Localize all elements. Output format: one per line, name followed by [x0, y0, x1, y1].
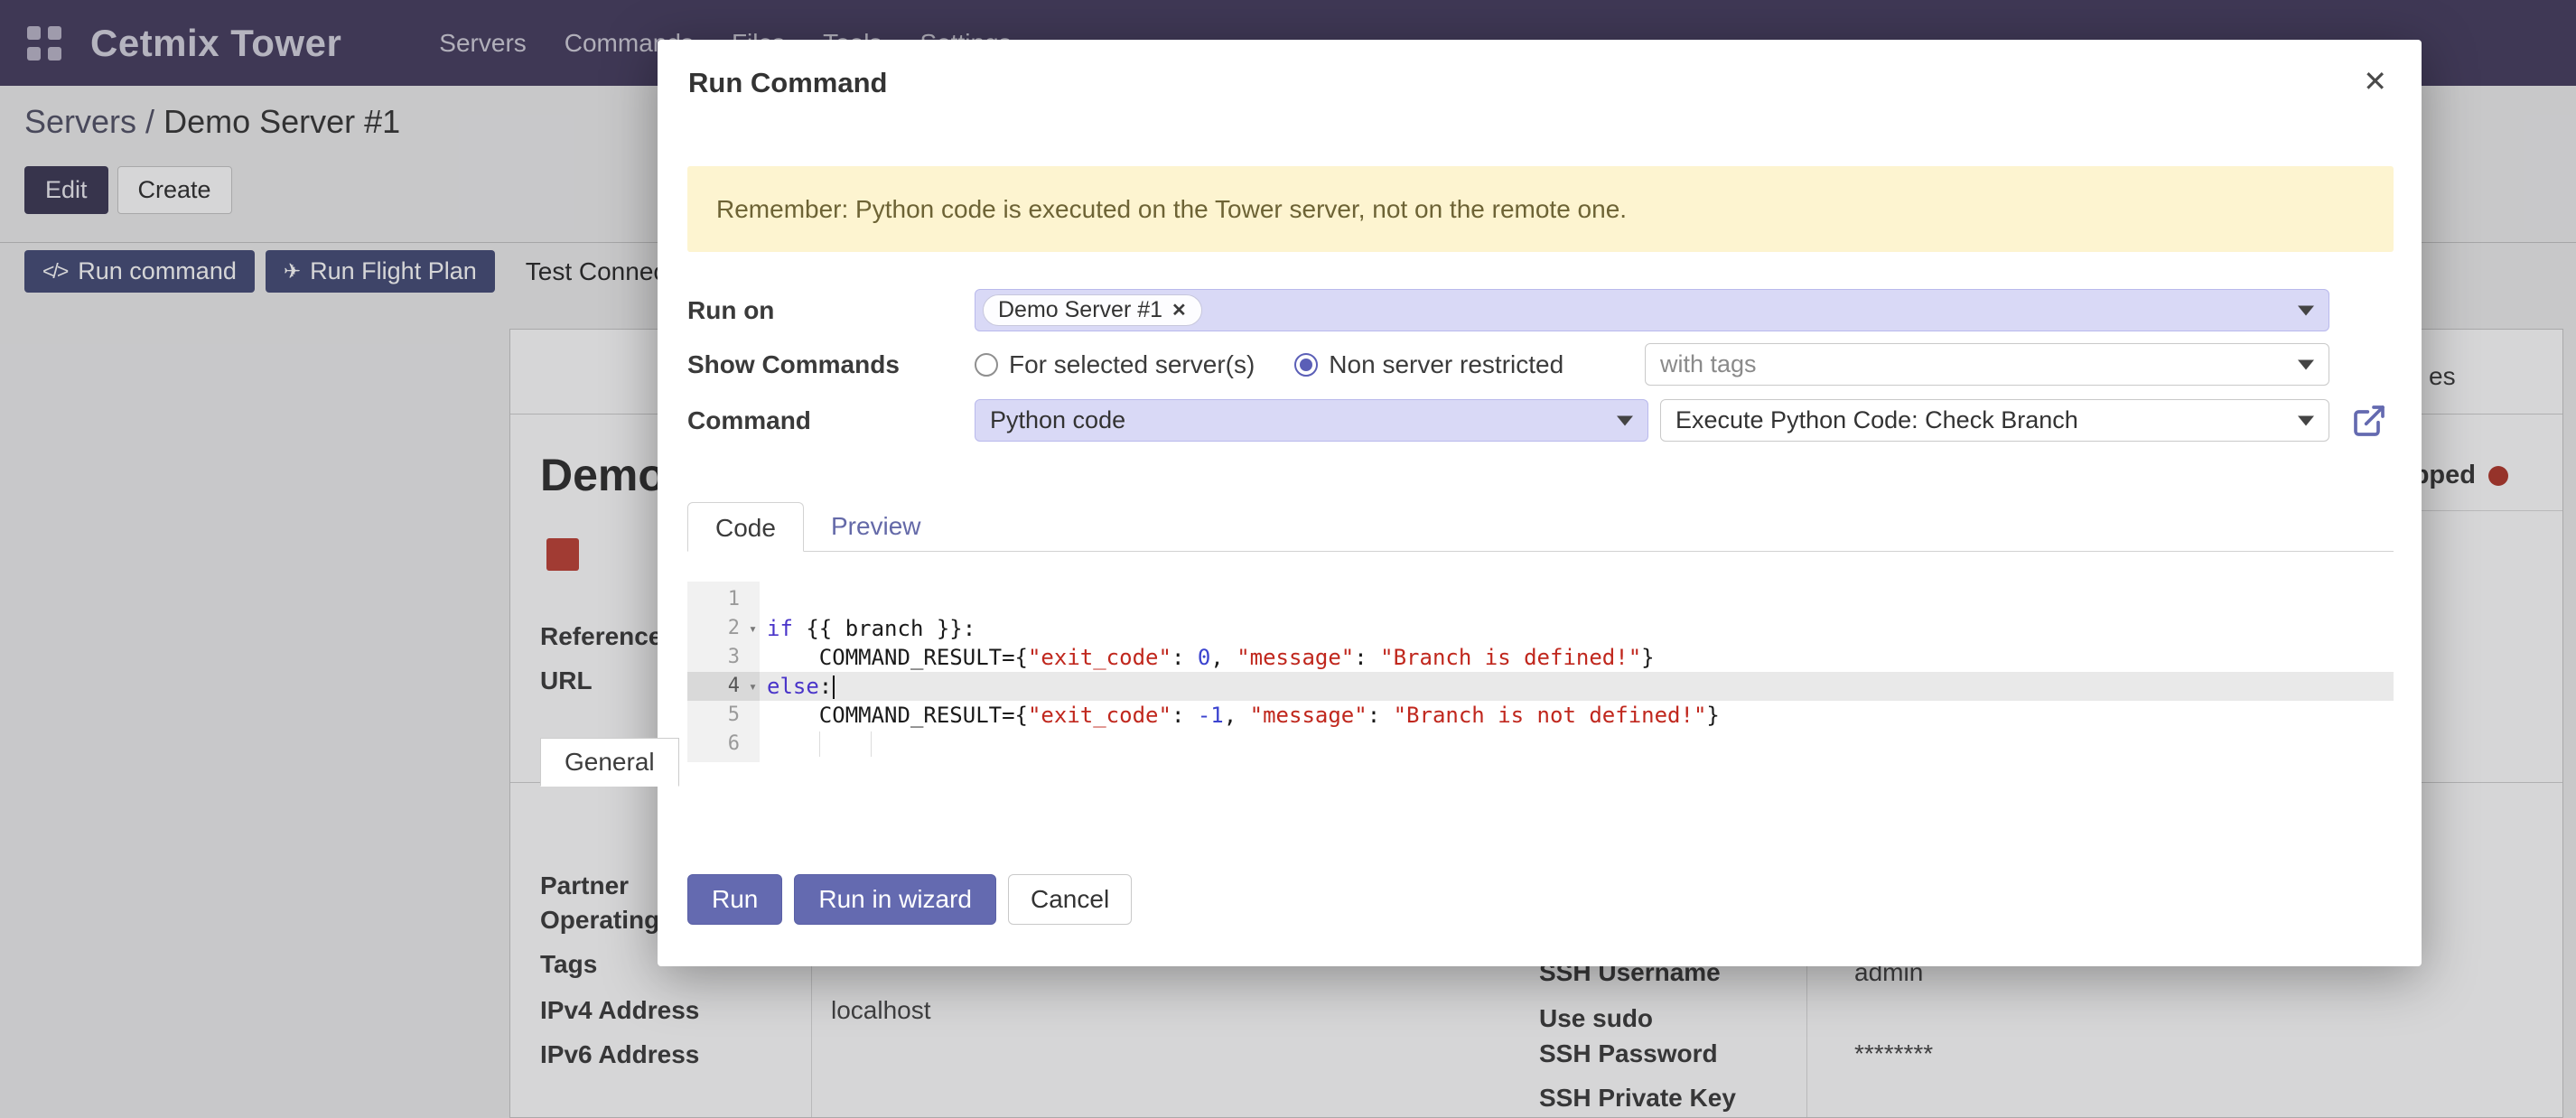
tab-general[interactable]: General [540, 738, 679, 787]
code-token: "exit_code" [1028, 703, 1171, 728]
code-token: if [767, 616, 793, 641]
radio-selected-servers-label[interactable]: For selected server(s) [1009, 350, 1255, 379]
code-token: , [1210, 645, 1237, 670]
code-token: 0 [1198, 645, 1210, 670]
external-link-icon[interactable] [2351, 403, 2387, 439]
server-chip: Demo Server #1 ✕ [983, 294, 1202, 326]
tags-select[interactable]: with tags [1645, 343, 2329, 386]
code-token: COMMAND_RESULT={ [767, 645, 1028, 670]
code-token: -1 [1198, 703, 1224, 728]
code-token: else [767, 674, 819, 699]
command-row: Command Python code Execute Python Code:… [687, 399, 2329, 442]
code-token: : [1367, 703, 1394, 728]
command-select[interactable]: Execute Python Code: Check Branch [1660, 399, 2329, 442]
run-on-row: Run on Demo Server #1 ✕ [687, 289, 2329, 331]
code-token: {{ branch }}: [793, 616, 975, 641]
close-icon[interactable]: ✕ [2363, 67, 2387, 96]
tags-select-placeholder: with tags [1660, 350, 1757, 378]
modal-title: Run Command [688, 67, 887, 99]
modal-footer: Run Run in wizard Cancel [687, 874, 2394, 925]
code-token: } [1641, 645, 1654, 670]
command-select-value: Execute Python Code: Check Branch [1675, 406, 2078, 434]
show-commands-row: Show Commands For selected server(s) Non… [687, 343, 2329, 386]
radio-unselected-icon[interactable] [975, 353, 998, 377]
run-button[interactable]: Run [687, 874, 782, 925]
editor-gutter: 12▾34▾56 [687, 582, 760, 762]
code-token: "Branch is not defined!" [1394, 703, 1707, 728]
gutter-line-number: 6 [687, 730, 760, 759]
chevron-down-icon[interactable] [2298, 305, 2314, 315]
run-on-field[interactable]: Demo Server #1 ✕ [975, 289, 2329, 331]
radio-non-restricted[interactable]: Non server restricted [1294, 350, 1603, 379]
editor-code-area[interactable]: if {{ branch }}: COMMAND_RESULT={"exit_c… [760, 582, 2394, 762]
modal-tabs: Code Preview [687, 501, 2394, 552]
code-token: : [1171, 703, 1198, 728]
text-cursor [833, 675, 835, 699]
chevron-down-icon[interactable] [1617, 415, 1633, 425]
tab-code[interactable]: Code [687, 502, 804, 552]
code-line[interactable]: else: [760, 672, 2394, 701]
radio-non-restricted-label[interactable]: Non server restricted [1329, 350, 1563, 379]
code-token: : [819, 674, 832, 699]
fold-icon[interactable]: ▾ [749, 614, 757, 643]
chevron-down-icon[interactable] [2298, 415, 2314, 425]
code-token: } [1706, 703, 1719, 728]
code-line[interactable]: COMMAND_RESULT={"exit_code": -1, "messag… [760, 701, 2394, 730]
code-token: : [1171, 645, 1198, 670]
command-label: Command [687, 406, 975, 435]
show-commands-label: Show Commands [687, 350, 975, 379]
run-command-modal: Run Command ✕ Remember: Python code is e… [658, 40, 2422, 966]
cancel-button[interactable]: Cancel [1008, 874, 1132, 925]
code-token: "exit_code" [1028, 645, 1171, 670]
server-chip-label: Demo Server #1 [998, 297, 1162, 323]
gutter-line-number: 4▾ [687, 672, 760, 701]
gutter-line-number: 1 [687, 585, 760, 614]
code-line[interactable]: if {{ branch }}: [760, 614, 2394, 643]
code-line[interactable] [760, 585, 2394, 614]
code-token: COMMAND_RESULT={ [767, 703, 1028, 728]
code-token: : [1354, 645, 1380, 670]
run-on-label: Run on [687, 296, 975, 325]
command-type-value: Python code [990, 406, 1125, 434]
warning-alert: Remember: Python code is executed on the… [687, 166, 2394, 252]
radio-selected-servers[interactable]: For selected server(s) [975, 350, 1294, 379]
tab-preview[interactable]: Preview [804, 501, 948, 551]
code-editor[interactable]: 12▾34▾56 if {{ branch }}: COMMAND_RESULT… [687, 582, 2394, 762]
code-line[interactable]: COMMAND_RESULT={"exit_code": 0, "message… [760, 643, 2394, 672]
gutter-line-number: 2▾ [687, 614, 760, 643]
code-token: "message" [1250, 703, 1367, 728]
gutter-line-number: 5 [687, 701, 760, 730]
code-token: , [1224, 703, 1250, 728]
code-line[interactable] [760, 730, 2394, 759]
fold-icon[interactable]: ▾ [749, 672, 757, 701]
chip-remove-icon[interactable]: ✕ [1171, 299, 1187, 321]
code-token: "Branch is defined!" [1380, 645, 1641, 670]
modal-header: Run Command ✕ [658, 40, 2422, 99]
code-token: "message" [1237, 645, 1354, 670]
run-in-wizard-button[interactable]: Run in wizard [794, 874, 996, 925]
gutter-line-number: 3 [687, 643, 760, 672]
modal-form: Run on Demo Server #1 ✕ Show Commands Fo… [687, 289, 2394, 442]
command-type-select[interactable]: Python code [975, 399, 1648, 442]
radio-selected-icon[interactable] [1294, 353, 1318, 377]
chevron-down-icon[interactable] [2298, 359, 2314, 369]
